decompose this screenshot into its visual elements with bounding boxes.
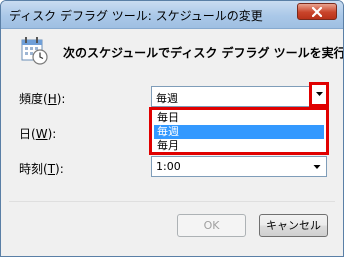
calendar-clock-icon xyxy=(21,37,48,65)
dialog-window: ディスク デフラグ ツール: スケジュールの変更 次のスケジュールでディスク デ… xyxy=(0,0,344,257)
time-value: 1:00 xyxy=(156,160,181,173)
window-title: ディスク デフラグ ツール: スケジュールの変更 xyxy=(9,9,263,23)
time-label: 時刻(T): xyxy=(19,162,64,176)
dropdown-option-weekly[interactable]: 毎週 xyxy=(154,125,324,139)
dropdown-option-daily[interactable]: 毎日 xyxy=(154,111,324,125)
frequency-dropdown-button[interactable] xyxy=(309,82,329,107)
heading-text: 次のスケジュールでディスク デフラグ ツールを実行する: xyxy=(63,46,344,60)
button-bar: OK キャンセル xyxy=(9,201,335,251)
dialog-content: 次のスケジュールでディスク デフラグ ツールを実行する: 頻度(H): 毎週 毎… xyxy=(9,30,343,251)
dropdown-option-monthly[interactable]: 毎月 xyxy=(154,139,324,153)
title-bar: ディスク デフラグ ツール: スケジュールの変更 xyxy=(1,1,343,29)
frequency-label: 頻度(H): xyxy=(19,92,66,106)
time-select[interactable]: 1:00 xyxy=(151,156,327,177)
chevron-down-icon xyxy=(316,92,323,96)
cancel-button[interactable]: キャンセル xyxy=(259,214,328,237)
time-dropdown-button[interactable] xyxy=(309,158,325,175)
day-label: 日(W): xyxy=(19,127,57,141)
ok-button[interactable]: OK xyxy=(177,214,246,237)
frequency-dropdown-list: 毎日 毎週 毎月 xyxy=(149,107,329,155)
frequency-select[interactable]: 毎週 xyxy=(151,86,327,107)
chevron-down-icon xyxy=(313,165,321,169)
close-button[interactable] xyxy=(297,3,337,20)
close-icon xyxy=(312,7,322,17)
frequency-value: 毎週 xyxy=(156,92,178,105)
